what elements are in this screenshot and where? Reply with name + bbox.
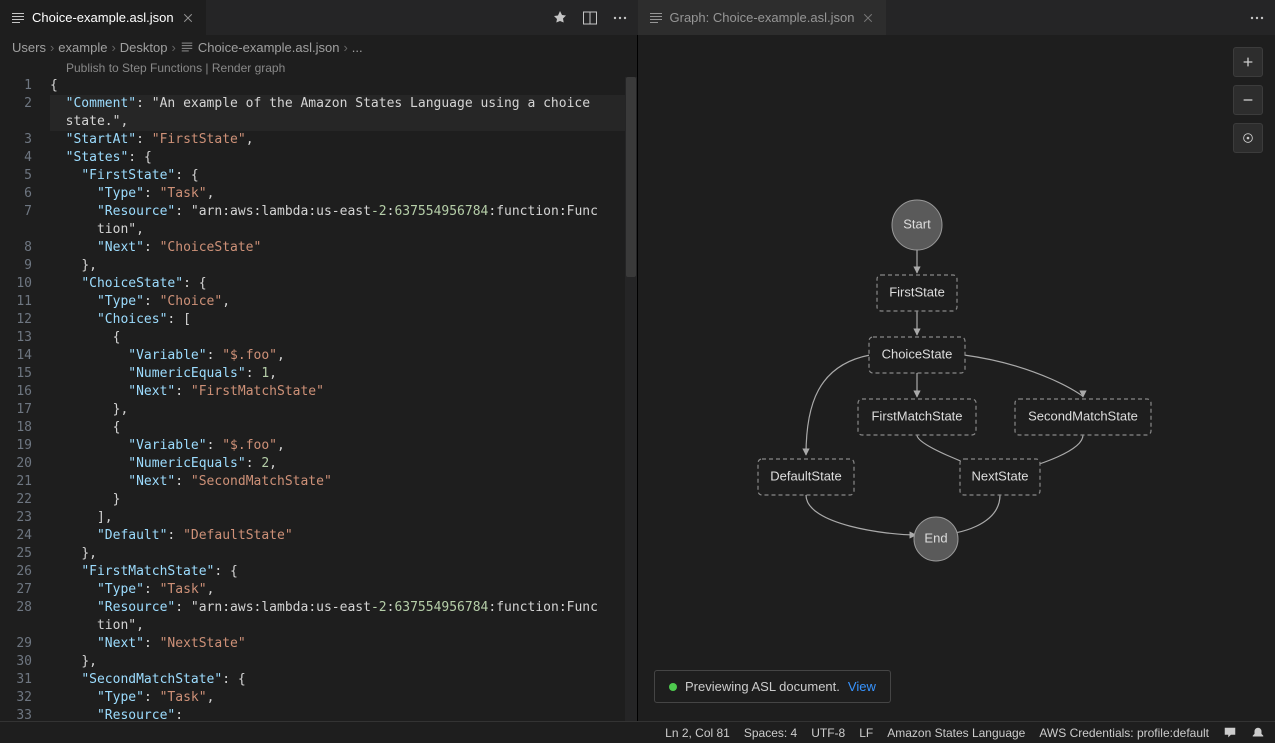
graph-node[interactable]: NextState — [971, 468, 1028, 483]
status-language[interactable]: Amazon States Language — [887, 726, 1025, 740]
tab-editor[interactable]: Choice-example.asl.json — [0, 0, 207, 35]
graph-node[interactable]: End — [924, 530, 947, 545]
graph-file-icon — [648, 10, 664, 26]
graph-node[interactable]: ChoiceState — [882, 346, 953, 361]
graph-node[interactable]: FirstState — [889, 284, 945, 299]
breadcrumb-item[interactable]: Users — [12, 40, 46, 55]
minimap[interactable] — [625, 77, 637, 721]
codelens-publish[interactable]: Publish to Step Functions — [66, 61, 202, 75]
graph-pane: Start FirstState ChoiceState FirstMatchS… — [638, 35, 1275, 721]
codelens-render[interactable]: Render graph — [212, 61, 285, 75]
more-icon[interactable] — [612, 10, 628, 26]
status-credentials[interactable]: AWS Credentials: profile:default — [1039, 726, 1209, 740]
status-bar: Ln 2, Col 81 Spaces: 4 UTF-8 LF Amazon S… — [0, 721, 1275, 743]
tab-editor-title: Choice-example.asl.json — [32, 10, 174, 25]
breadcrumb-item[interactable]: Desktop — [120, 40, 168, 55]
status-encoding[interactable]: UTF-8 — [811, 726, 845, 740]
breadcrumb[interactable]: Users› example› Desktop› Choice-example.… — [0, 35, 637, 59]
preview-toast: Previewing ASL document. View — [654, 670, 891, 703]
graph-node[interactable]: FirstMatchState — [871, 408, 962, 423]
status-spaces[interactable]: Spaces: 4 — [744, 726, 797, 740]
breadcrumb-item[interactable]: Choice-example.asl.json — [198, 40, 340, 55]
close-icon[interactable] — [860, 10, 876, 26]
split-icon[interactable] — [582, 10, 598, 26]
feedback-icon[interactable] — [1223, 726, 1237, 740]
code-content[interactable]: { "Comment": "An example of the Amazon S… — [50, 77, 637, 721]
code-editor[interactable]: 1234567891011121314151617181920212223242… — [0, 77, 637, 721]
status-dot-icon — [669, 683, 677, 691]
more-icon[interactable] — [1249, 10, 1265, 26]
breadcrumb-item[interactable]: ... — [352, 40, 363, 55]
tab-bar: Choice-example.asl.json Graph: Choice-ex… — [0, 0, 1275, 35]
editor-pane: Users› example› Desktop› Choice-example.… — [0, 35, 638, 721]
graph-node[interactable]: DefaultState — [770, 468, 842, 483]
status-position[interactable]: Ln 2, Col 81 — [665, 726, 730, 740]
toast-view-link[interactable]: View — [848, 679, 876, 694]
notifications-icon[interactable] — [1251, 726, 1265, 740]
line-gutter: 1234567891011121314151617181920212223242… — [0, 77, 50, 721]
graph-node[interactable]: Start — [903, 216, 931, 231]
close-icon[interactable] — [180, 10, 196, 26]
status-eol[interactable]: LF — [859, 726, 873, 740]
copilot-icon[interactable] — [552, 10, 568, 26]
tab-graph-title: Graph: Choice-example.asl.json — [670, 10, 855, 25]
breadcrumb-item[interactable]: example — [58, 40, 107, 55]
graph-node[interactable]: SecondMatchState — [1028, 408, 1138, 423]
json-file-icon — [10, 10, 26, 26]
codelens-actions: Publish to Step Functions | Render graph — [0, 59, 637, 77]
json-file-icon — [180, 40, 194, 54]
state-graph[interactable]: Start FirstState ChoiceState FirstMatchS… — [638, 35, 1275, 715]
tab-graph[interactable]: Graph: Choice-example.asl.json — [638, 0, 888, 35]
main-split: Users› example› Desktop› Choice-example.… — [0, 35, 1275, 721]
toast-text: Previewing ASL document. — [685, 679, 840, 694]
